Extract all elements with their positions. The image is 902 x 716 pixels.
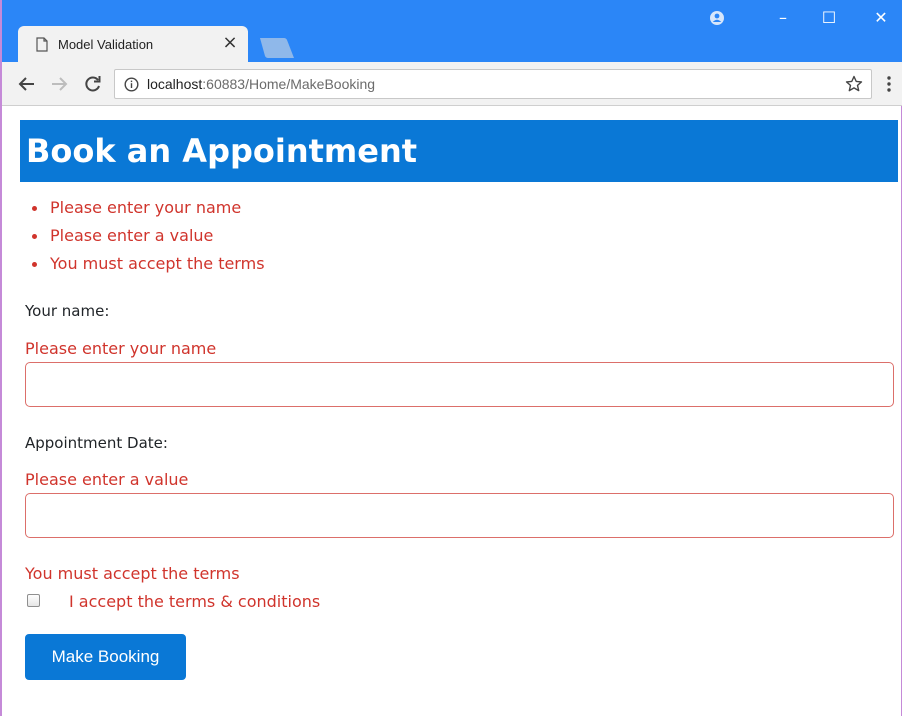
close-window-button[interactable]: ✕ <box>866 6 896 30</box>
terms-error: You must accept the terms <box>25 564 240 583</box>
account-icon[interactable] <box>702 6 732 30</box>
terms-label[interactable]: I accept the terms & conditions <box>69 592 320 611</box>
page-content: Book an Appointment Please enter your na… <box>20 120 898 680</box>
close-tab-icon[interactable]: × <box>221 33 239 53</box>
reload-icon[interactable] <box>82 74 104 94</box>
page-header: Book an Appointment <box>20 120 898 182</box>
address-bar[interactable]: localhost:60883/Home/MakeBooking <box>114 69 872 99</box>
url-host: localhost <box>147 76 203 92</box>
maximize-button[interactable]: ☐ <box>814 6 844 30</box>
validation-summary-item: You must accept the terms <box>32 250 898 278</box>
validation-summary-item: Please enter a value <box>32 222 898 250</box>
title-bar: Model Validation × – ☐ ✕ <box>2 0 902 62</box>
minimize-button[interactable]: – <box>768 6 798 30</box>
browser-window: Model Validation × – ☐ ✕ localhost:60883… <box>0 0 902 716</box>
page-title: Book an Appointment <box>26 132 418 170</box>
star-icon[interactable] <box>845 75 863 93</box>
validation-summary-item: Please enter your name <box>32 194 898 222</box>
make-booking-button[interactable]: Make Booking <box>25 634 186 680</box>
name-error: Please enter your name <box>25 339 217 358</box>
date-label: Appointment Date: <box>25 434 168 452</box>
forward-arrow-icon[interactable] <box>48 74 70 94</box>
tab-title: Model Validation <box>58 37 154 52</box>
back-arrow-icon[interactable] <box>16 74 38 94</box>
info-icon[interactable] <box>124 77 139 92</box>
tab-model-validation[interactable]: Model Validation × <box>18 26 248 62</box>
terms-checkbox[interactable] <box>27 594 40 607</box>
browser-toolbar: localhost:60883/Home/MakeBooking <box>2 62 902 106</box>
name-input[interactable] <box>25 362 894 407</box>
kebab-menu-icon[interactable] <box>884 74 894 94</box>
name-label: Your name: <box>25 302 110 320</box>
page-icon <box>36 37 48 52</box>
validation-summary: Please enter your name Please enter a va… <box>20 194 898 278</box>
url-text[interactable]: localhost:60883/Home/MakeBooking <box>147 76 375 92</box>
date-input[interactable] <box>25 493 894 538</box>
url-path: :60883/Home/MakeBooking <box>202 76 376 92</box>
new-tab-button[interactable] <box>258 38 294 58</box>
date-error: Please enter a value <box>25 470 189 489</box>
